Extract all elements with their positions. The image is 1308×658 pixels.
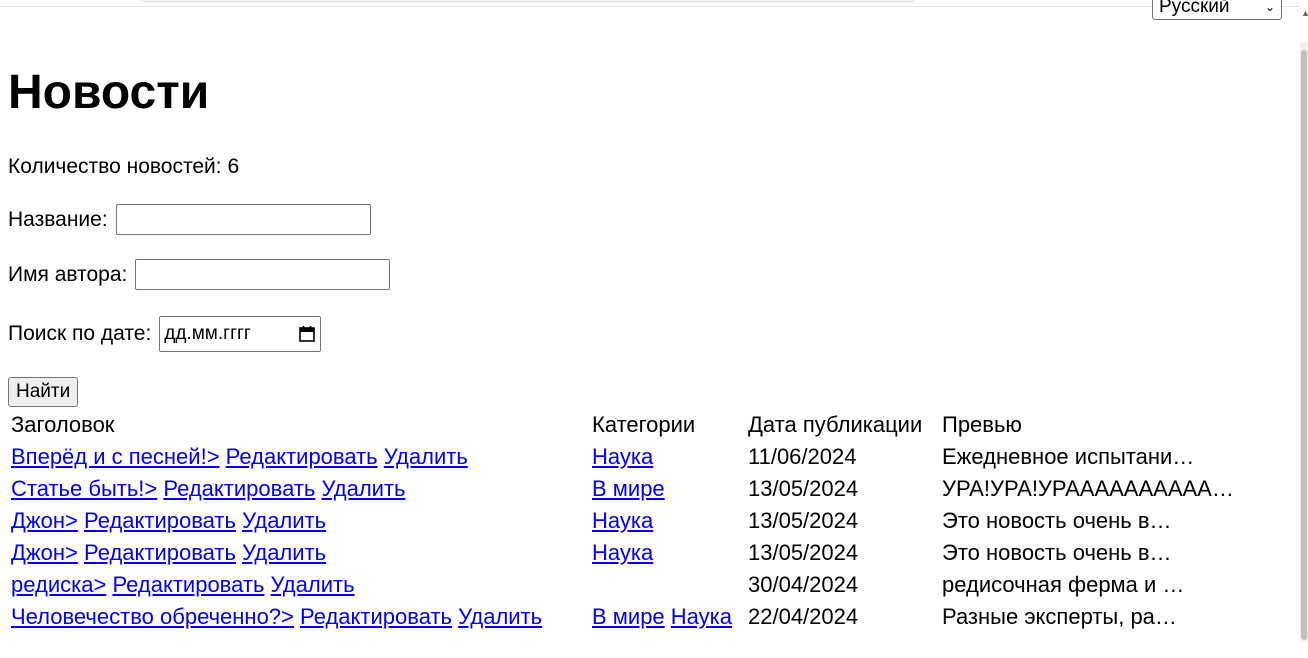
language-select[interactable]: Русский ⌄ <box>1152 0 1282 20</box>
header-categories: Категории <box>592 412 696 437</box>
table-row: Джон> Редактировать Удалить Наука 13/05/… <box>10 538 1243 568</box>
scroll-up-arrow-icon[interactable]: ▲ <box>1301 8 1308 22</box>
table-row: Статье быть!> Редактировать Удалить В ми… <box>10 474 1243 504</box>
title-cell: редиска> Редактировать Удалить <box>10 570 589 600</box>
preview-cell: УРА!УРА!УРАААААААААА… <box>942 476 1234 501</box>
title-cell: Джон> Редактировать Удалить <box>10 506 589 536</box>
news-table: Заголовок Категории Дата публикации Прев… <box>8 408 1245 634</box>
edit-link[interactable]: Редактировать <box>300 604 452 629</box>
date-cell: 30/04/2024 <box>748 572 859 597</box>
categories-cell: Наука <box>591 442 745 472</box>
author-search-input[interactable] <box>135 259 391 290</box>
date-cell: 13/05/2024 <box>748 540 859 565</box>
header-preview: Превью <box>942 412 1022 437</box>
title-search-row: Название: <box>8 204 371 235</box>
language-select-value: Русский <box>1159 0 1230 17</box>
header-title: Заголовок <box>11 412 115 437</box>
date-search-label: Поиск по дате: <box>8 322 152 345</box>
calendar-icon[interactable] <box>298 325 316 343</box>
category-link[interactable]: Наука <box>592 444 653 469</box>
news-title-link[interactable]: Джон> <box>11 540 78 565</box>
table-row: Человечество обреченно?> Редактировать У… <box>10 602 1243 632</box>
date-cell: 13/05/2024 <box>748 476 859 501</box>
delete-link[interactable]: Удалить <box>271 572 355 597</box>
news-title-link[interactable]: Джон> <box>11 508 78 533</box>
title-cell: Статье быть!> Редактировать Удалить <box>10 474 589 504</box>
preview-cell: Это новость очень в… <box>942 508 1172 533</box>
category-link[interactable]: В мире <box>592 476 665 501</box>
scrollbar-thumb[interactable] <box>1301 50 1307 640</box>
preview-cell: Разные эксперты, ра… <box>942 604 1177 629</box>
table-row: редиска> Редактировать Удалить 30/04/202… <box>10 570 1243 600</box>
table-row: Вперёд и с песней!> Редактировать Удалит… <box>10 442 1243 472</box>
edit-link[interactable]: Редактировать <box>163 476 315 501</box>
edit-link[interactable]: Редактировать <box>84 508 236 533</box>
news-title-link[interactable]: редиска> <box>11 572 106 597</box>
page-title: Новости <box>8 66 210 119</box>
preview-cell: Это новость очень в… <box>942 540 1172 565</box>
date-cell: 22/04/2024 <box>748 604 859 629</box>
author-search-row: Имя автора: <box>8 259 391 290</box>
edit-link[interactable]: Редактировать <box>84 540 236 565</box>
chevron-down-icon: ⌄ <box>1264 0 1275 14</box>
categories-cell: Наука <box>591 538 745 568</box>
delete-link[interactable]: Удалить <box>242 540 326 565</box>
news-title-link[interactable]: Статье быть!> <box>11 476 157 501</box>
preview-cell: Ежедневное испытани… <box>942 444 1195 469</box>
title-cell: Человечество обреченно?> Редактировать У… <box>10 602 589 632</box>
date-cell: 11/06/2024 <box>748 444 857 469</box>
header-date: Дата публикации <box>748 412 923 437</box>
vertical-scrollbar[interactable] <box>1300 42 1308 642</box>
preview-cell: редисочная ферма и … <box>942 572 1185 597</box>
table-row: Джон> Редактировать Удалить Наука 13/05/… <box>10 506 1243 536</box>
date-placeholder: дд.мм.гггг <box>164 323 251 344</box>
title-search-input[interactable] <box>115 204 371 235</box>
categories-cell <box>591 570 745 600</box>
title-cell: Джон> Редактировать Удалить <box>10 538 589 568</box>
table-header-row: Заголовок Категории Дата публикации Прев… <box>10 410 1243 440</box>
edit-link[interactable]: Редактировать <box>112 572 264 597</box>
delete-link[interactable]: Удалить <box>242 508 326 533</box>
delete-link[interactable]: Удалить <box>384 444 468 469</box>
date-search-row: Поиск по дате: дд.мм.гггг <box>8 316 322 352</box>
date-search-input[interactable]: дд.мм.гггг <box>159 316 322 352</box>
categories-cell: Наука <box>591 506 745 536</box>
category-link[interactable]: Наука <box>592 540 653 565</box>
delete-link[interactable]: Удалить <box>322 476 406 501</box>
top-strip-shade <box>140 0 915 3</box>
author-search-label: Имя автора: <box>8 262 128 286</box>
title-cell: Вперёд и с песней!> Редактировать Удалит… <box>10 442 589 472</box>
news-title-link[interactable]: Человечество обреченно?> <box>11 604 294 629</box>
delete-link[interactable]: Удалить <box>458 604 542 629</box>
title-search-label: Название: <box>8 207 108 231</box>
browser-top-strip <box>0 0 1300 7</box>
news-title-link[interactable]: Вперёд и с песней!> <box>11 444 220 469</box>
category-link[interactable]: Наука <box>671 604 732 629</box>
find-button[interactable]: Найти <box>8 377 79 407</box>
categories-cell: В мире <box>591 474 745 504</box>
edit-link[interactable]: Редактировать <box>226 444 378 469</box>
category-link[interactable]: Наука <box>592 508 653 533</box>
category-link[interactable]: В мире <box>592 604 665 629</box>
date-cell: 13/05/2024 <box>748 508 859 533</box>
categories-cell: В мире Наука <box>591 602 745 632</box>
news-count: Количество новостей: 6 <box>8 155 240 178</box>
